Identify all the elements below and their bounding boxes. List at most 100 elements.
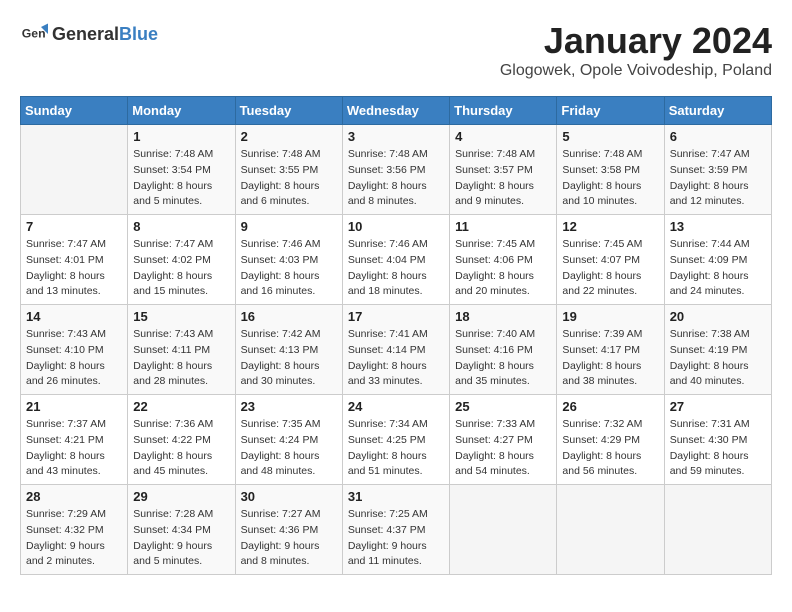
day-number: 1 (133, 129, 229, 144)
calendar-cell: 29Sunrise: 7:28 AMSunset: 4:34 PMDayligh… (128, 485, 235, 575)
weekday-header-thursday: Thursday (450, 97, 557, 125)
calendar-cell: 14Sunrise: 7:43 AMSunset: 4:10 PMDayligh… (21, 305, 128, 395)
day-detail: Sunrise: 7:46 AMSunset: 4:03 PMDaylight:… (241, 237, 337, 300)
calendar-cell: 3 Sunrise: 7:48 AMSunset: 3:56 PMDaylight… (342, 125, 449, 215)
day-number: 30 (241, 489, 337, 504)
day-detail: Sunrise: 7:44 AMSunset: 4:09 PMDaylight:… (670, 237, 766, 300)
day-detail: Sunrise: 7:43 AMSunset: 4:11 PMDaylight:… (133, 327, 229, 390)
weekday-header-monday: Monday (128, 97, 235, 125)
day-detail: Sunrise: 7:35 AMSunset: 4:24 PMDaylight:… (241, 417, 337, 480)
calendar-cell (664, 485, 771, 575)
day-detail: Sunrise: 7:31 AMSunset: 4:30 PMDaylight:… (670, 417, 766, 480)
calendar-cell: 4Sunrise: 7:48 AMSunset: 3:57 PMDaylight… (450, 125, 557, 215)
calendar-cell: 22Sunrise: 7:36 AMSunset: 4:22 PMDayligh… (128, 395, 235, 485)
day-detail: Sunrise: 7:32 AMSunset: 4:29 PMDaylight:… (562, 417, 658, 480)
day-detail: Sunrise: 7:47 AMSunset: 4:01 PMDaylight:… (26, 237, 122, 300)
day-number: 19 (562, 309, 658, 324)
weekday-header-tuesday: Tuesday (235, 97, 342, 125)
title-area: January 2024 Glogowek, Opole Voivodeship… (500, 20, 772, 80)
calendar-cell: 19Sunrise: 7:39 AMSunset: 4:17 PMDayligh… (557, 305, 664, 395)
day-detail: Sunrise: 7:42 AMSunset: 4:13 PMDaylight:… (241, 327, 337, 390)
weekday-header-friday: Friday (557, 97, 664, 125)
week-row-5: 28 Sunrise: 7:29 AMSunset: 4:32 PMDayligh… (21, 485, 772, 575)
week-row-3: 14Sunrise: 7:43 AMSunset: 4:10 PMDayligh… (21, 305, 772, 395)
month-title: January 2024 (500, 20, 772, 62)
calendar-cell: 6 Sunrise: 7:47 AMSunset: 3:59 PMDaylight… (664, 125, 771, 215)
day-detail: Sunrise: 7:48 AMSunset: 3:58 PMDaylight:… (562, 147, 658, 210)
day-number: 15 (133, 309, 229, 324)
logo: Gen GeneralBlue (20, 20, 158, 48)
day-number: 8 (133, 219, 229, 234)
day-detail: Sunrise: 7:48 AMSunset: 3:56 PMDaylight:… (348, 147, 444, 210)
svg-text:Gen: Gen (22, 27, 46, 41)
calendar-cell: 28 Sunrise: 7:29 AMSunset: 4:32 PMDayligh… (21, 485, 128, 575)
day-number: 9 (241, 219, 337, 234)
day-number: 10 (348, 219, 444, 234)
calendar-cell: 9 Sunrise: 7:46 AMSunset: 4:03 PMDaylight… (235, 215, 342, 305)
day-number: 6 (670, 129, 766, 144)
day-detail: Sunrise: 7:46 AMSunset: 4:04 PMDaylight:… (348, 237, 444, 300)
day-number: 17 (348, 309, 444, 324)
logo-icon: Gen (20, 20, 48, 48)
day-number: 24 (348, 399, 444, 414)
calendar-cell: 31Sunrise: 7:25 AMSunset: 4:37 PMDayligh… (342, 485, 449, 575)
calendar-cell: 1 Sunrise: 7:48 AMSunset: 3:54 PMDaylight… (128, 125, 235, 215)
day-detail: Sunrise: 7:48 AMSunset: 3:55 PMDaylight:… (241, 147, 337, 210)
calendar-cell (557, 485, 664, 575)
week-row-1: 1 Sunrise: 7:48 AMSunset: 3:54 PMDaylight… (21, 125, 772, 215)
calendar-cell: 25 Sunrise: 7:33 AMSunset: 4:27 PMDayligh… (450, 395, 557, 485)
day-detail: Sunrise: 7:29 AMSunset: 4:32 PMDaylight:… (26, 507, 122, 570)
day-number: 23 (241, 399, 337, 414)
calendar-cell (450, 485, 557, 575)
day-number: 26 (562, 399, 658, 414)
location-subtitle: Glogowek, Opole Voivodeship, Poland (500, 62, 772, 80)
day-number: 11 (455, 219, 551, 234)
weekday-header-wednesday: Wednesday (342, 97, 449, 125)
day-detail: Sunrise: 7:47 AMSunset: 3:59 PMDaylight:… (670, 147, 766, 210)
day-number: 16 (241, 309, 337, 324)
calendar-cell: 8 Sunrise: 7:47 AMSunset: 4:02 PMDaylight… (128, 215, 235, 305)
weekday-header-saturday: Saturday (664, 97, 771, 125)
day-number: 18 (455, 309, 551, 324)
logo-blue: Blue (119, 24, 158, 44)
day-number: 14 (26, 309, 122, 324)
day-detail: Sunrise: 7:33 AMSunset: 4:27 PMDaylight:… (455, 417, 551, 480)
day-number: 5 (562, 129, 658, 144)
calendar-cell: 21Sunrise: 7:37 AMSunset: 4:21 PMDayligh… (21, 395, 128, 485)
header: Gen GeneralBlue January 2024 Glogowek, O… (20, 20, 772, 80)
calendar-cell: 10 Sunrise: 7:46 AMSunset: 4:04 PMDayligh… (342, 215, 449, 305)
calendar-cell: 13 Sunrise: 7:44 AMSunset: 4:09 PMDayligh… (664, 215, 771, 305)
day-number: 22 (133, 399, 229, 414)
day-number: 13 (670, 219, 766, 234)
weekday-header-sunday: Sunday (21, 97, 128, 125)
day-number: 3 (348, 129, 444, 144)
week-row-4: 21Sunrise: 7:37 AMSunset: 4:21 PMDayligh… (21, 395, 772, 485)
day-detail: Sunrise: 7:38 AMSunset: 4:19 PMDaylight:… (670, 327, 766, 390)
day-detail: Sunrise: 7:40 AMSunset: 4:16 PMDaylight:… (455, 327, 551, 390)
logo-general: General (52, 24, 119, 44)
calendar-cell: 18 Sunrise: 7:40 AMSunset: 4:16 PMDayligh… (450, 305, 557, 395)
day-detail: Sunrise: 7:45 AMSunset: 4:07 PMDaylight:… (562, 237, 658, 300)
calendar-cell: 30 Sunrise: 7:27 AMSunset: 4:36 PMDayligh… (235, 485, 342, 575)
weekday-header-row: SundayMondayTuesdayWednesdayThursdayFrid… (21, 97, 772, 125)
day-number: 25 (455, 399, 551, 414)
calendar-cell: 23 Sunrise: 7:35 AMSunset: 4:24 PMDayligh… (235, 395, 342, 485)
day-detail: Sunrise: 7:27 AMSunset: 4:36 PMDaylight:… (241, 507, 337, 570)
day-detail: Sunrise: 7:47 AMSunset: 4:02 PMDaylight:… (133, 237, 229, 300)
calendar-cell: 24Sunrise: 7:34 AMSunset: 4:25 PMDayligh… (342, 395, 449, 485)
calendar-cell: 26 Sunrise: 7:32 AMSunset: 4:29 PMDayligh… (557, 395, 664, 485)
calendar-cell: 7Sunrise: 7:47 AMSunset: 4:01 PMDaylight… (21, 215, 128, 305)
day-detail: Sunrise: 7:45 AMSunset: 4:06 PMDaylight:… (455, 237, 551, 300)
day-number: 31 (348, 489, 444, 504)
day-number: 12 (562, 219, 658, 234)
day-detail: Sunrise: 7:48 AMSunset: 3:54 PMDaylight:… (133, 147, 229, 210)
calendar-cell: 12 Sunrise: 7:45 AMSunset: 4:07 PMDayligh… (557, 215, 664, 305)
calendar-cell: 15 Sunrise: 7:43 AMSunset: 4:11 PMDayligh… (128, 305, 235, 395)
day-number: 27 (670, 399, 766, 414)
calendar-cell: 27 Sunrise: 7:31 AMSunset: 4:30 PMDayligh… (664, 395, 771, 485)
day-number: 28 (26, 489, 122, 504)
day-number: 2 (241, 129, 337, 144)
day-number: 20 (670, 309, 766, 324)
day-detail: Sunrise: 7:37 AMSunset: 4:21 PMDaylight:… (26, 417, 122, 480)
day-detail: Sunrise: 7:41 AMSunset: 4:14 PMDaylight:… (348, 327, 444, 390)
